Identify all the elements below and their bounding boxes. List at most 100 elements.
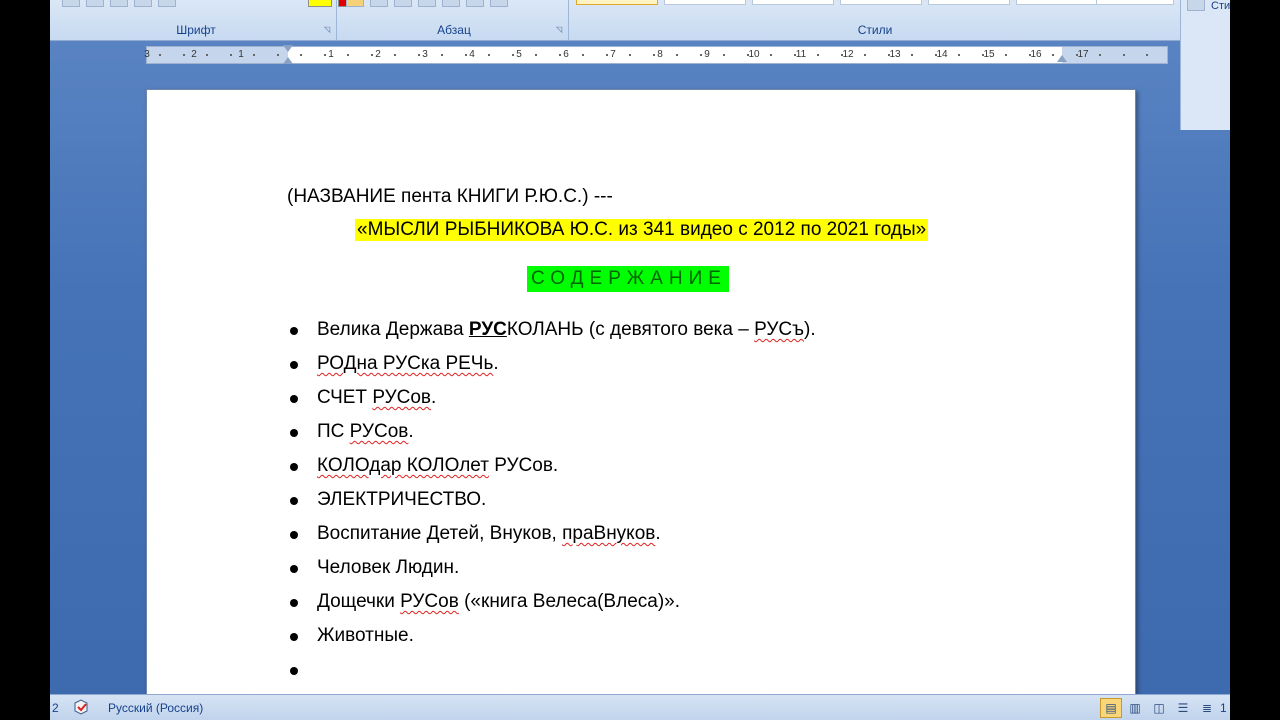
line-spacing-button[interactable] xyxy=(442,0,460,7)
borders-button[interactable] xyxy=(490,0,508,7)
contents-item-text: РОДна РУСка РЕЧь xyxy=(317,353,494,374)
bullet-icon xyxy=(290,531,298,539)
ruler-tick: 3 xyxy=(144,49,150,60)
ruler-dot xyxy=(488,54,490,56)
ruler-dot xyxy=(230,54,232,56)
draft-icon[interactable]: ≣ xyxy=(1196,698,1218,718)
zoom-level[interactable]: 1 xyxy=(1220,701,1227,715)
font-buttons xyxy=(62,0,362,7)
bold-button[interactable] xyxy=(62,0,80,7)
document-heading[interactable]: (НАЗВАНИЕ пента КНИГИ Р.Ю.С.) --- xyxy=(287,186,613,208)
contents-item-text: РУСъ xyxy=(754,319,805,340)
contents-item-text: КОЛАНЬ (с девятого века – xyxy=(506,319,755,340)
page-indicator[interactable]: 2 xyxy=(52,701,59,715)
ruler-tick: 10 xyxy=(748,49,760,60)
hanging-indent-handle[interactable] xyxy=(283,57,293,64)
outline-icon[interactable]: ☰ xyxy=(1172,698,1194,718)
ruler-dot xyxy=(841,54,843,56)
status-bar: 2 Русский (Россия) ▤ ▥ ◫ ☰ ≣ 1 xyxy=(50,694,1230,720)
paragraph-group: Абзац ◹ xyxy=(340,0,569,40)
style-heading1[interactable] xyxy=(752,0,834,5)
align-right-button[interactable] xyxy=(394,0,412,7)
ruler-dot xyxy=(441,54,443,56)
contents-item-text: РУСов xyxy=(349,421,409,442)
font-group: Шрифт ◹ xyxy=(56,0,362,40)
ruler-tick: 6 xyxy=(563,49,569,60)
ruler-dot xyxy=(629,54,631,56)
style-no-spacing[interactable] xyxy=(664,0,746,5)
ruler-tick: 13 xyxy=(889,49,901,60)
contents-item-text: . xyxy=(493,353,499,374)
contents-heading[interactable]: СОДЕРЖАНИЕ xyxy=(527,266,729,292)
ruler-tick: 4 xyxy=(469,49,475,60)
contents-item-text: РУСов xyxy=(400,591,459,612)
ruler-dot xyxy=(1076,54,1078,56)
contents-list-item[interactable]: Дощечки РУСов («книга Велеса(Влеса)». xyxy=(290,591,680,613)
change-styles-button[interactable]: Стили xyxy=(1211,0,1230,12)
right-indent-handle[interactable] xyxy=(1057,55,1067,62)
ruler-dot xyxy=(982,54,984,56)
subscript-button[interactable] xyxy=(158,0,176,7)
contents-list-item[interactable]: Человек Людин. xyxy=(290,557,459,579)
style-title[interactable] xyxy=(928,0,1010,5)
word-window: Шрифт ◹ Абзац ◹ Стили Сти 3 2 1 1 2 3 4 … xyxy=(50,0,1230,720)
ruler-dot xyxy=(535,54,537,56)
shading-button[interactable] xyxy=(466,0,484,7)
first-line-indent-handle[interactable] xyxy=(283,45,293,52)
underline-button[interactable] xyxy=(110,0,128,7)
contents-list-item[interactable]: ПС РУСов. xyxy=(290,421,414,443)
full-screen-reading-icon[interactable]: ▥ xyxy=(1124,698,1146,718)
style-normal[interactable] xyxy=(576,0,658,5)
ruler-tick: 2 xyxy=(375,49,381,60)
ruler-dot xyxy=(700,54,702,56)
print-layout-icon[interactable]: ▤ xyxy=(1100,698,1122,718)
contents-item-text: КОЛОдар КОЛОлет xyxy=(317,455,489,476)
align-center-button[interactable] xyxy=(370,0,388,7)
change-styles-panel[interactable]: Стили xyxy=(1180,0,1230,130)
contents-item-text: РУСов. xyxy=(488,455,559,476)
document-page[interactable]: (НАЗВАНИЕ пента КНИГИ Р.Ю.С.) --- «МЫСЛИ… xyxy=(146,89,1136,720)
language-indicator[interactable]: Русский (Россия) xyxy=(108,701,203,715)
contents-list-item[interactable]: ЭЛЕКТРИЧЕСТВО. xyxy=(290,489,486,511)
align-left-button[interactable] xyxy=(346,0,364,7)
highlight-color-button[interactable] xyxy=(308,0,332,7)
horizontal-ruler[interactable]: 3 2 1 1 2 3 4 5 6 7 8 9 10 11 12 13 14 15 16 17 xyxy=(144,45,1168,64)
ruler-dot xyxy=(1099,54,1101,56)
ruler-dot xyxy=(159,54,161,56)
contents-list-item[interactable]: Воспитание Детей, Внуков, праВнуков. xyxy=(290,523,661,545)
paragraph-buttons xyxy=(346,0,508,7)
ruler-tick: 5 xyxy=(516,49,522,60)
contents-list-item[interactable]: СЧЕТ РУСов. xyxy=(290,387,436,409)
ruler-dot xyxy=(559,54,561,56)
document-title[interactable]: «МЫСЛИ РЫБНИКОВА Ю.С. из 341 видео с 201… xyxy=(355,219,929,241)
style-emphasis[interactable] xyxy=(1096,0,1174,5)
contents-list-item[interactable]: КОЛОдар КОЛОлет РУСов. xyxy=(290,455,559,477)
ruler-dot xyxy=(347,54,349,56)
justify-button[interactable] xyxy=(418,0,436,7)
ruler-dot xyxy=(183,54,185,56)
italic-button[interactable] xyxy=(86,0,104,7)
ruler-dot xyxy=(911,54,913,56)
contents-item-text: РУС xyxy=(468,319,507,340)
strike-button[interactable] xyxy=(134,0,152,7)
ruler-dot xyxy=(935,54,937,56)
contents-item-text: РУСов xyxy=(372,387,432,408)
paragraph-dialog-launcher-icon[interactable]: ◹ xyxy=(556,26,564,34)
web-layout-icon[interactable]: ◫ xyxy=(1148,698,1170,718)
contents-list-item[interactable]: РОДна РУСка РЕЧь. xyxy=(290,353,499,375)
font-group-label: Шрифт xyxy=(176,23,216,37)
ruler-dot xyxy=(888,54,890,56)
contents-list-item[interactable]: Велика Держава РУСКОЛАНЬ (с девятого век… xyxy=(290,319,816,341)
style-subtitle[interactable] xyxy=(1016,0,1098,5)
styles-group-label: Стили xyxy=(857,23,893,37)
font-dialog-launcher-icon[interactable]: ◹ xyxy=(324,26,332,34)
contents-item-text: («книга Велеса(Влеса)». xyxy=(458,591,680,612)
ruler-dot xyxy=(206,54,208,56)
spellcheck-icon[interactable] xyxy=(72,699,92,717)
ruler-dot xyxy=(676,54,678,56)
contents-list-item[interactable]: Животные. xyxy=(290,625,414,647)
bullet-icon xyxy=(290,497,298,505)
ruler-dot xyxy=(253,54,255,56)
ruler-tick: 16 xyxy=(1030,49,1042,60)
style-heading2[interactable] xyxy=(840,0,922,5)
